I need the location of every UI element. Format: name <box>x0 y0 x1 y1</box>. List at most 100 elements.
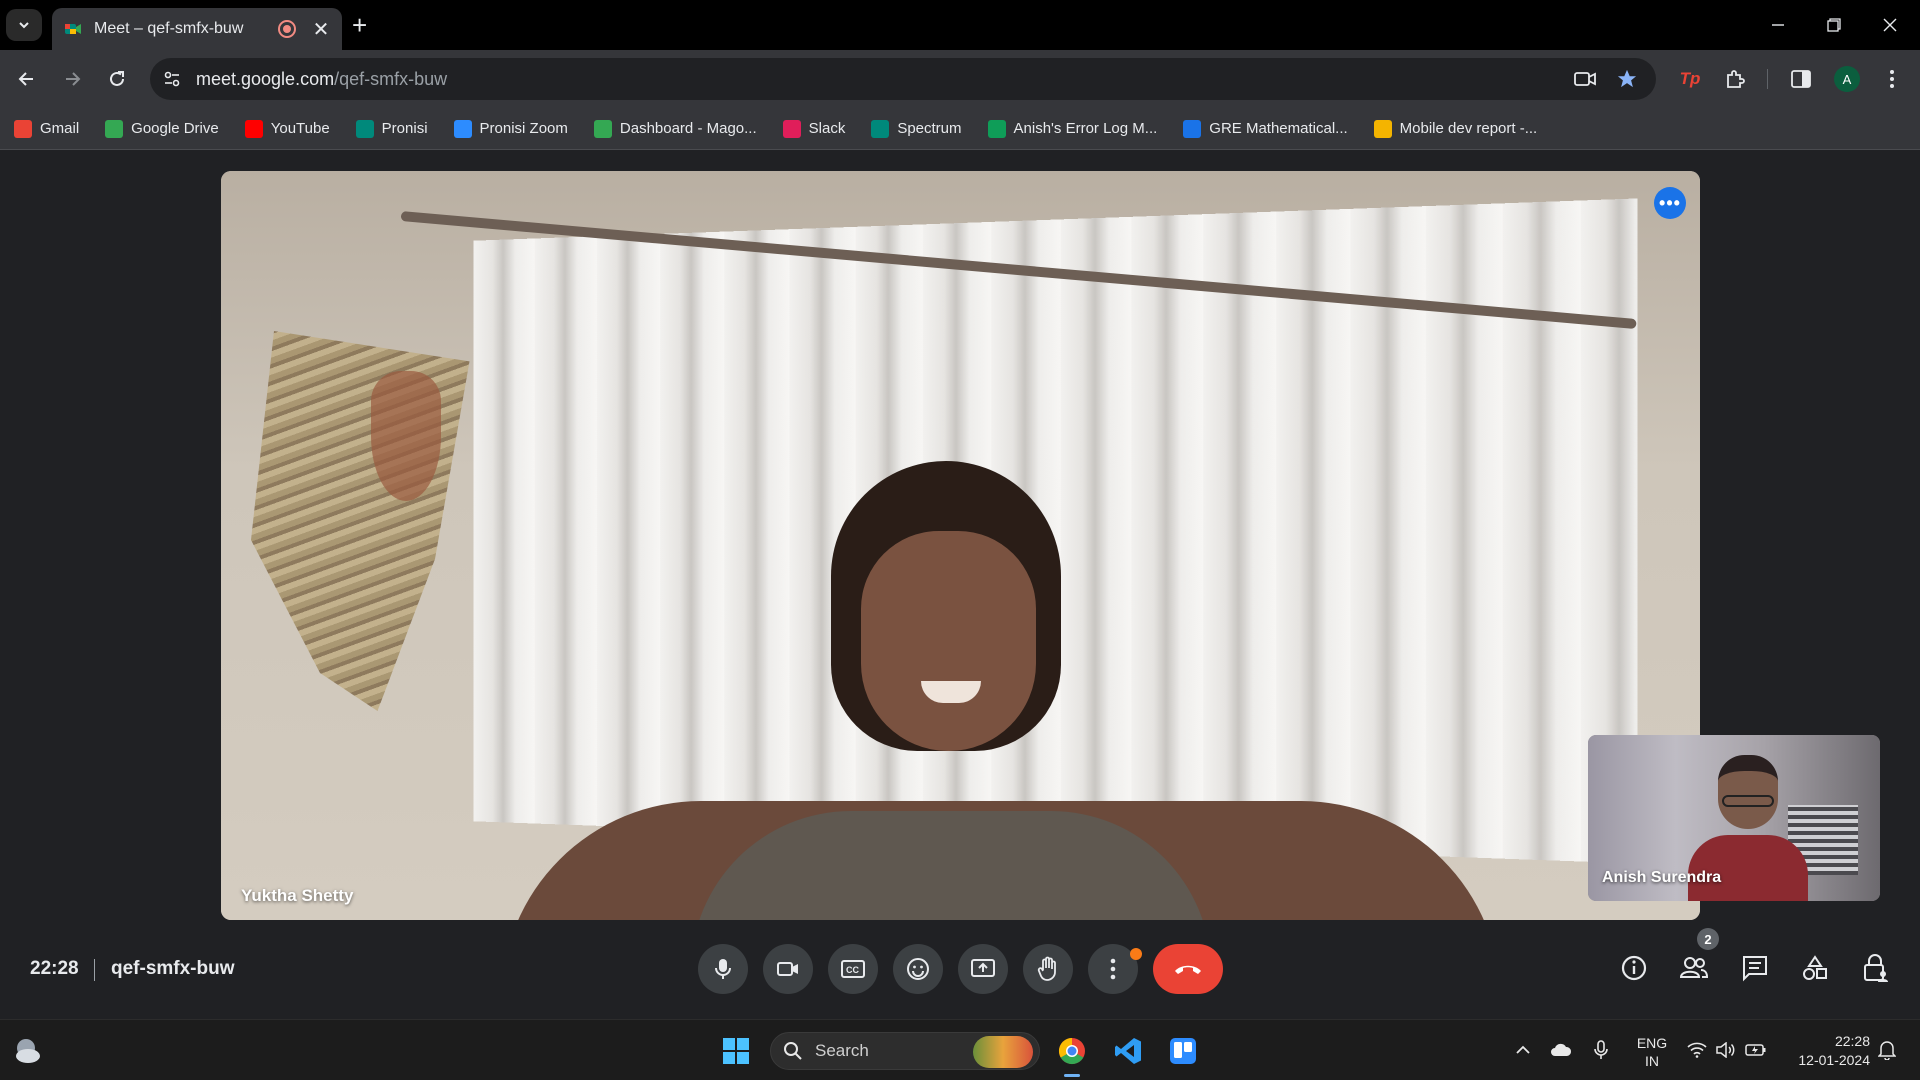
tab-search-button[interactable] <box>6 9 42 41</box>
tile-more-options-button[interactable]: ••• <box>1654 187 1686 219</box>
volume-icon[interactable] <box>1715 1039 1737 1061</box>
bookmark-label: GRE Mathematical... <box>1209 120 1348 137</box>
bookmark-item[interactable]: Pronisi <box>355 119 428 138</box>
bookmark-star-icon[interactable] <box>1616 69 1638 89</box>
bookmark-item[interactable]: Gmail <box>14 119 79 138</box>
video-camera-icon <box>777 962 798 976</box>
toolbar-divider <box>1767 69 1768 89</box>
tab-meet[interactable]: Meet – qef-smfx-buw ✕ <box>52 8 342 50</box>
bookmark-item[interactable]: Anish's Error Log M... <box>987 119 1157 138</box>
taskbar-search[interactable]: Search <box>770 1032 1040 1070</box>
raise-hand-button[interactable] <box>1023 944 1073 994</box>
taskbar-trello[interactable] <box>1164 1032 1202 1070</box>
windows-logo-icon <box>723 1038 749 1064</box>
browser-menu-icon[interactable] <box>1878 65 1906 93</box>
people-button[interactable] <box>1676 950 1712 986</box>
emoji-smile-icon <box>907 958 929 980</box>
participant-name-main: Yuktha Shetty <box>241 886 354 905</box>
present-screen-button[interactable] <box>958 944 1008 994</box>
hand-icon <box>1037 956 1056 981</box>
microphone-button[interactable] <box>698 944 748 994</box>
closed-captions-icon: CC <box>841 960 865 978</box>
bookmark-item[interactable]: Mobile dev report -... <box>1373 119 1538 138</box>
url-text: meet.google.com/qef-smfx-buw <box>196 69 447 90</box>
meeting-details-button[interactable] <box>1616 950 1652 986</box>
chevron-down-icon <box>19 22 29 29</box>
camera-button[interactable] <box>763 944 813 994</box>
google-meet-icon <box>65 24 81 34</box>
self-video-glasses <box>1722 795 1774 807</box>
slack-icon <box>782 119 801 138</box>
bookmark-item[interactable]: GRE Mathematical... <box>1183 119 1348 138</box>
bookmark-label: Dashboard - Mago... <box>619 120 757 137</box>
leave-call-button[interactable] <box>1153 944 1223 994</box>
participant-tile-self[interactable]: Anish Surendra <box>1588 735 1880 901</box>
camera-in-use-icon[interactable] <box>1574 69 1596 89</box>
url-path: /qef-smfx-buw <box>334 69 448 89</box>
activities-shapes-icon <box>1803 955 1827 980</box>
bookmark-item[interactable]: Google Drive <box>105 119 219 138</box>
forward-button[interactable] <box>57 64 87 94</box>
battery-charging-icon[interactable] <box>1745 1039 1767 1061</box>
active-app-indicator <box>1064 1074 1080 1077</box>
participant-name-self: Anish Surendra <box>1602 869 1722 886</box>
weather-widget[interactable] <box>12 1036 42 1066</box>
bookmark-item[interactable]: YouTube <box>244 119 330 138</box>
taskbar-search-label: Search <box>815 1041 869 1060</box>
bookmark-item[interactable]: Pronisi Zoom <box>453 119 568 138</box>
weather-cloud-moon-icon <box>16 1039 40 1063</box>
extensions-puzzle-icon[interactable] <box>1721 65 1749 93</box>
tab-title: Meet – qef-smfx-buw <box>94 20 244 37</box>
tray-overflow-chevron-icon[interactable] <box>1512 1039 1534 1061</box>
address-bar[interactable]: meet.google.com/qef-smfx-buw <box>150 58 1656 100</box>
bookmark-item[interactable]: Slack <box>782 119 845 138</box>
captions-button[interactable]: CC <box>828 944 878 994</box>
microphone-icon <box>715 959 731 979</box>
bookmark-item[interactable]: Dashboard - Mago... <box>593 119 757 138</box>
search-icon <box>784 1042 802 1060</box>
reactions-button[interactable] <box>893 944 943 994</box>
recording-icon <box>278 20 296 38</box>
info-icon <box>1621 955 1647 981</box>
people-count-badge: 2 <box>1697 928 1719 950</box>
minimize-button[interactable] <box>1750 0 1806 50</box>
notifications-bell-icon[interactable] <box>1876 1039 1898 1061</box>
trello-icon <box>1170 1038 1196 1064</box>
bookmark-label: Mobile dev report -... <box>1399 120 1538 137</box>
side-panel-icon[interactable] <box>1787 65 1815 93</box>
system-clock[interactable]: 22:28 12-01-2024 <box>1780 1032 1870 1070</box>
bookmark-item[interactable]: Spectrum <box>871 119 962 138</box>
close-window-button[interactable] <box>1862 0 1918 50</box>
onedrive-cloud-icon[interactable] <box>1550 1039 1572 1061</box>
video-wall-hanging-center <box>371 371 441 501</box>
back-button[interactable] <box>12 64 42 94</box>
meeting-code: qef-smfx-buw <box>111 958 235 979</box>
restore-button[interactable] <box>1806 0 1862 50</box>
host-controls-button[interactable] <box>1858 950 1894 986</box>
site-info-icon[interactable] <box>162 69 182 89</box>
taskbar-vscode[interactable] <box>1109 1032 1147 1070</box>
profile-avatar[interactable]: A <box>1834 66 1860 92</box>
video-person <box>801 461 1101 821</box>
more-vertical-icon <box>1110 958 1116 980</box>
participant-tile-main[interactable]: Yuktha Shetty ••• <box>221 171 1700 920</box>
clock-time: 22:28 <box>1834 1033 1870 1049</box>
close-tab-icon[interactable]: ✕ <box>312 17 330 42</box>
extension-tp-icon[interactable]: Tp <box>1676 65 1704 93</box>
chat-icon <box>1743 956 1767 982</box>
microphone-in-use-icon[interactable] <box>1590 1039 1612 1061</box>
start-button[interactable] <box>717 1032 755 1070</box>
video-person-face <box>861 531 1036 751</box>
taskbar-chrome[interactable] <box>1053 1032 1091 1070</box>
wifi-icon[interactable] <box>1686 1039 1708 1061</box>
google-meet-icon <box>355 119 374 138</box>
activities-button[interactable] <box>1797 950 1833 986</box>
chat-button[interactable] <box>1737 950 1773 986</box>
lock-person-icon <box>1864 954 1888 982</box>
language-indicator[interactable]: ENG IN <box>1632 1034 1672 1070</box>
reload-button[interactable] <box>102 64 132 94</box>
new-tab-button[interactable]: + <box>352 12 367 38</box>
bookmark-label: YouTube <box>270 120 330 137</box>
present-screen-icon <box>971 959 995 977</box>
clock-date: 12-01-2024 <box>1798 1052 1870 1068</box>
